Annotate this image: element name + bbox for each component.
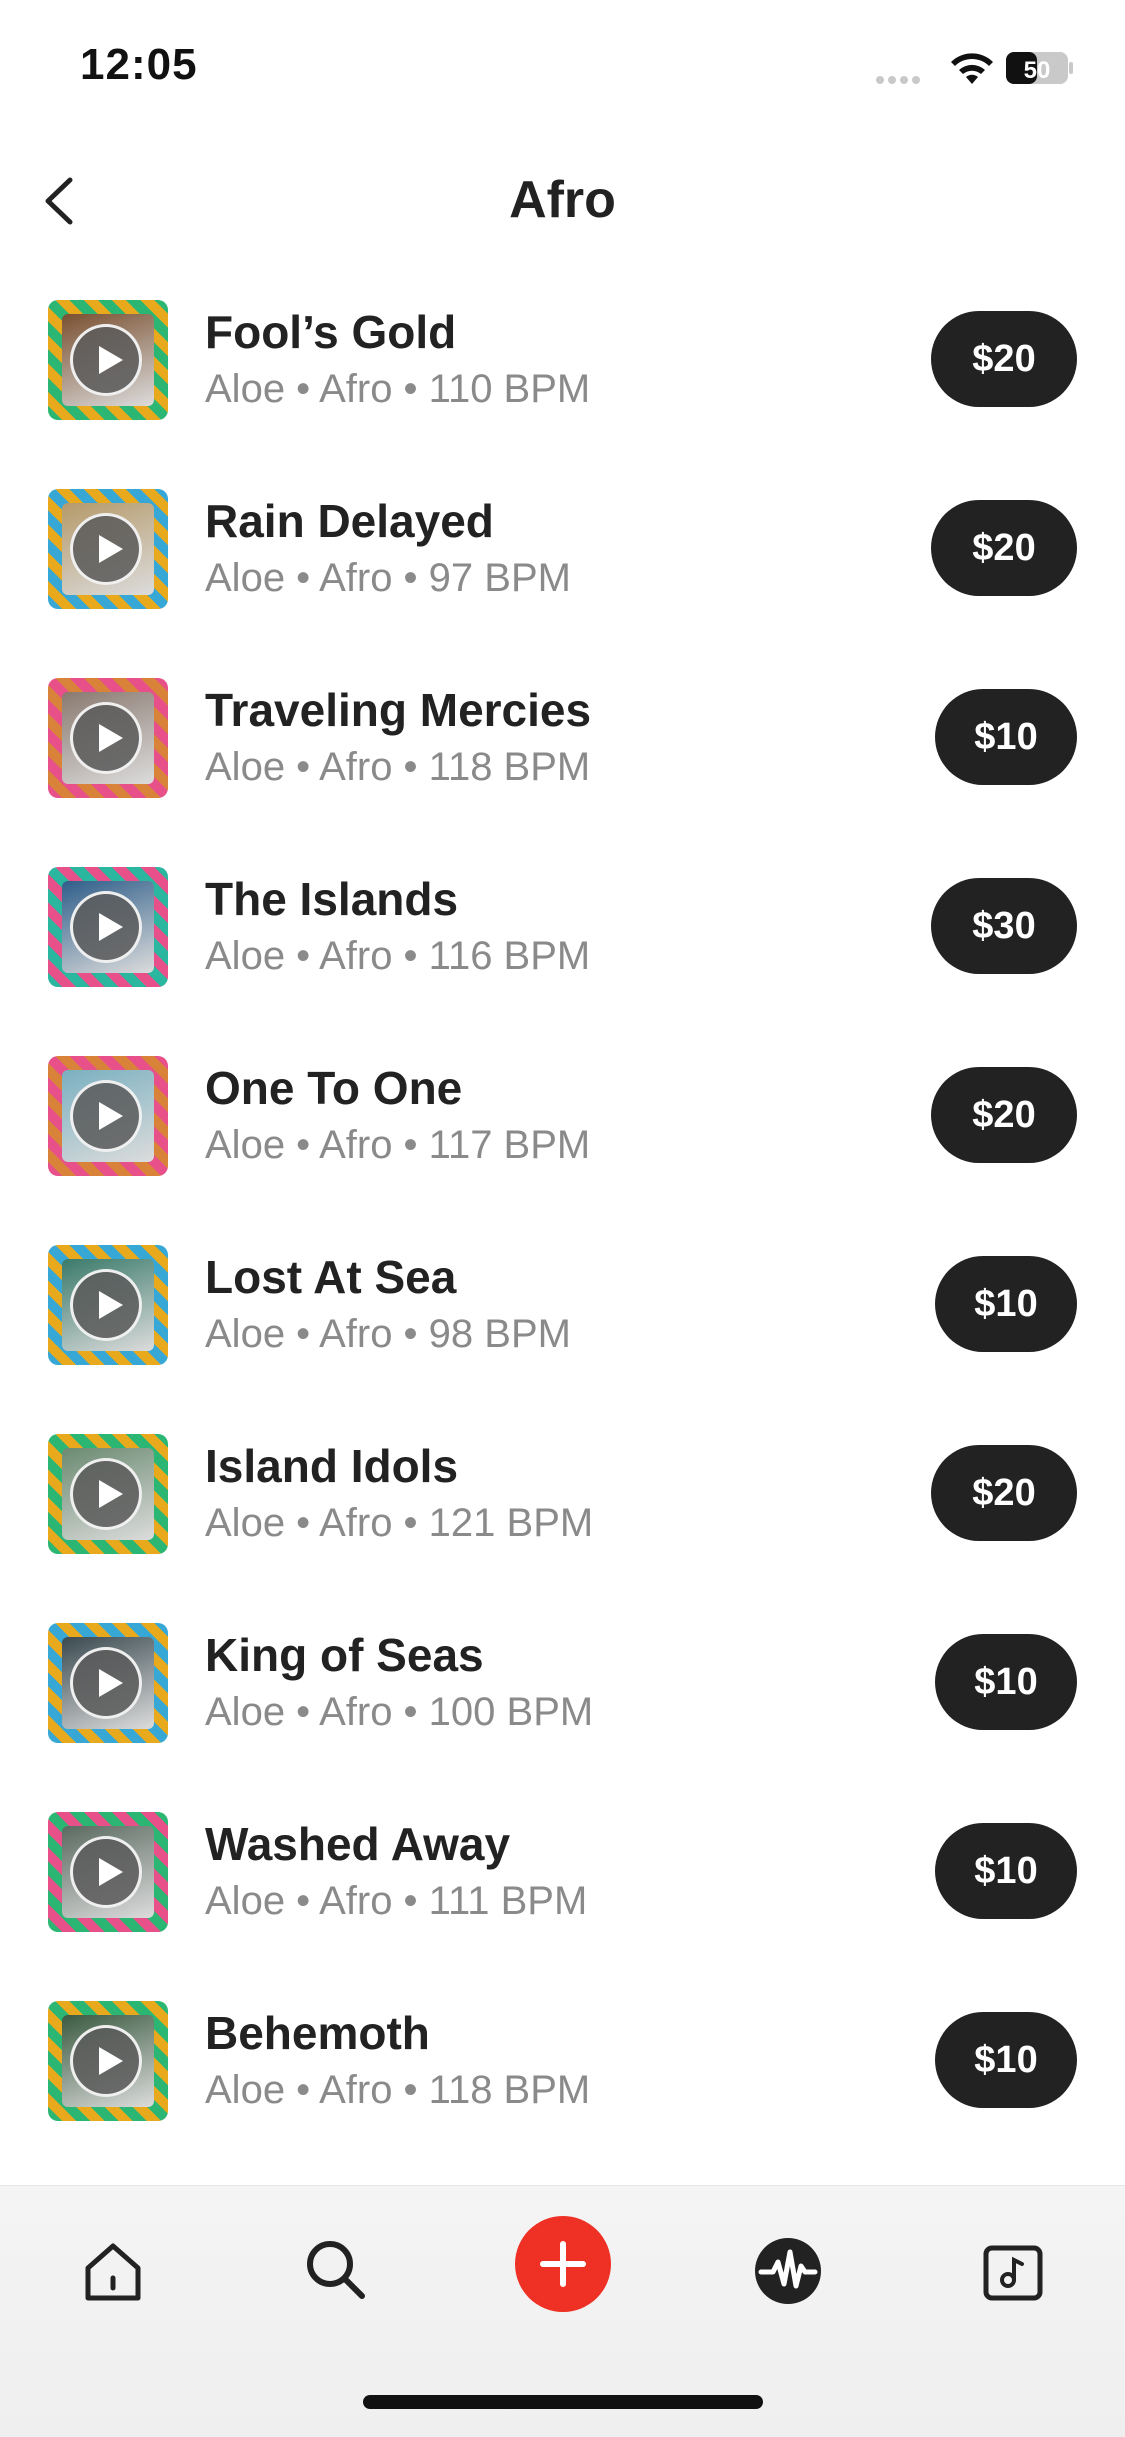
track-row[interactable]: Washed Away Aloe • Afro • 111 BPM $10	[0, 1797, 1125, 1986]
track-title: Behemoth	[205, 2007, 430, 2059]
price-button[interactable]: $20	[931, 1067, 1077, 1163]
tab-add-button[interactable]	[515, 2216, 611, 2312]
play-icon[interactable]	[70, 1647, 142, 1719]
play-icon[interactable]	[70, 891, 142, 963]
track-title: Fool’s Gold	[205, 306, 457, 358]
search-icon	[307, 2241, 365, 2299]
track-row[interactable]: King of Seas Aloe • Afro • 100 BPM $10	[0, 1608, 1125, 1797]
play-icon[interactable]	[70, 324, 142, 396]
track-subtitle: Aloe • Afro • 97 BPM	[205, 556, 571, 600]
price-button[interactable]: $20	[931, 311, 1077, 407]
track-row[interactable]: Lost At Sea Aloe • Afro • 98 BPM $10	[0, 1230, 1125, 1419]
track-row[interactable]: Fool’s Gold Aloe • Afro • 110 BPM $20	[0, 285, 1125, 474]
battery-level: 50	[1024, 57, 1051, 84]
track-row[interactable]: One To One Aloe • Afro • 117 BPM $20	[0, 1041, 1125, 1230]
library-icon	[983, 2245, 1043, 2301]
price-button[interactable]: $10	[935, 2012, 1077, 2108]
play-icon[interactable]	[70, 1269, 142, 1341]
track-row[interactable]: Traveling Mercies Aloe • Afro • 118 BPM $1…	[0, 663, 1125, 852]
play-icon[interactable]	[70, 2025, 142, 2097]
tab-activity[interactable]	[743, 2226, 833, 2316]
tab-home[interactable]	[68, 2226, 158, 2316]
track-subtitle: Aloe • Afro • 110 BPM	[205, 367, 591, 411]
track-row[interactable]: Island Idols Aloe • Afro • 121 BPM $20	[0, 1419, 1125, 1608]
track-title: Rain Delayed	[205, 495, 494, 547]
track-subtitle: Aloe • Afro • 98 BPM	[205, 1312, 571, 1356]
play-icon[interactable]	[70, 702, 142, 774]
track-row[interactable]: Rain Delayed Aloe • Afro • 97 BPM $20	[0, 474, 1125, 663]
track-subtitle: Aloe • Afro • 118 BPM	[205, 745, 591, 789]
track-title: Island Idols	[205, 1440, 459, 1492]
tab-library[interactable]	[968, 2226, 1058, 2316]
page-title: Afro	[509, 171, 616, 229]
play-icon[interactable]	[70, 1080, 142, 1152]
track-title: One To One	[205, 1062, 463, 1114]
track-subtitle: Aloe • Afro • 116 BPM	[205, 934, 591, 978]
track-subtitle: Aloe • Afro • 100 BPM	[205, 1690, 594, 1734]
track-title: Lost At Sea	[205, 1251, 457, 1303]
track-title: Washed Away	[205, 1818, 511, 1870]
track-title: King of Seas	[205, 1629, 484, 1681]
track-list: Fool’s Gold Aloe • Afro • 110 BPM $20 Rain …	[0, 285, 1125, 2175]
price-button[interactable]: $10	[935, 1634, 1077, 1730]
track-subtitle: Aloe • Afro • 118 BPM	[205, 2068, 591, 2112]
battery-icon: 50	[1006, 52, 1073, 84]
tab-search[interactable]	[292, 2226, 382, 2316]
track-subtitle: Aloe • Afro • 121 BPM	[205, 1501, 594, 1545]
price-button[interactable]: $10	[935, 1823, 1077, 1919]
play-icon[interactable]	[70, 513, 142, 585]
price-button[interactable]: $30	[931, 878, 1077, 974]
play-icon[interactable]	[70, 1836, 142, 1908]
add-icon	[540, 2241, 586, 2287]
price-button[interactable]: $20	[931, 500, 1077, 596]
header: Afro	[0, 150, 1125, 250]
cellular-signal-icon	[876, 66, 930, 84]
home-icon	[85, 2243, 141, 2301]
track-title: The Islands	[205, 873, 459, 925]
track-row[interactable]: The Islands Aloe • Afro • 116 BPM $30	[0, 852, 1125, 1041]
home-indicator	[363, 2395, 763, 2409]
price-button[interactable]: $20	[931, 1445, 1077, 1541]
price-button[interactable]: $10	[935, 1256, 1077, 1352]
wifi-icon	[951, 53, 993, 84]
track-title: Traveling Mercies	[205, 684, 592, 736]
price-button[interactable]: $10	[935, 689, 1077, 785]
track-subtitle: Aloe • Afro • 111 BPM	[205, 1879, 588, 1923]
play-icon[interactable]	[70, 1458, 142, 1530]
status-time: 12:05	[80, 40, 198, 89]
track-row[interactable]: Behemoth Aloe • Afro • 118 BPM $10	[0, 1986, 1125, 2175]
track-subtitle: Aloe • Afro • 117 BPM	[205, 1123, 591, 1167]
activity-icon	[755, 2238, 821, 2304]
status-bar: 12:05 50	[0, 0, 1125, 140]
